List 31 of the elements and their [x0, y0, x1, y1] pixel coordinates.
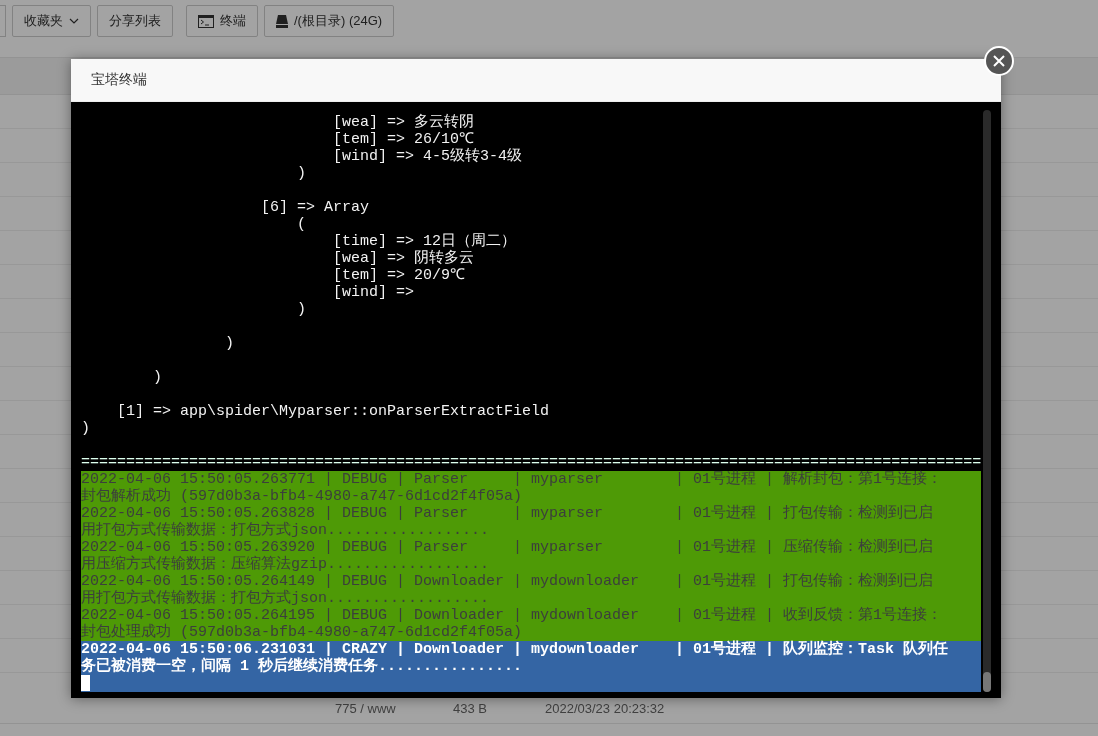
- output-line: [time] => 12日（周二）: [332, 233, 518, 250]
- scrollbar[interactable]: [983, 110, 991, 692]
- output-line: [wea] => 阴转多云: [332, 250, 476, 267]
- separator-text: ====================================================================================================: [81, 454, 981, 471]
- table-cell-text: 775 / www: [335, 700, 397, 716]
- close-button[interactable]: [984, 46, 1014, 76]
- output-line: [1] => app\spider\Myparser::onParserExtractField: [116, 403, 551, 420]
- output-line: ): [81, 420, 91, 437]
- toolbar-button[interactable]: 分享列表: [97, 5, 173, 37]
- output-line: [wind] => 4-5级转3-4级: [332, 148, 524, 165]
- table-cell: 2022/03/23 20:23:32: [545, 700, 665, 716]
- output-line: [tem] => 26/10℃: [332, 131, 476, 148]
- cursor: [81, 675, 90, 691]
- output-line: ): [152, 369, 163, 386]
- disk-icon: [276, 14, 288, 28]
- chevron-down-icon: [69, 18, 79, 24]
- output-line: ): [296, 165, 308, 182]
- close-icon: [993, 55, 1005, 67]
- output-line: ): [296, 301, 308, 318]
- output-line: [wind] =>: [332, 284, 416, 301]
- output-line: ): [224, 335, 236, 352]
- toolbar-button[interactable]: /(根目录) (24G): [264, 5, 395, 37]
- table-cell-text: 433 B: [453, 700, 488, 716]
- terminal-icon: [198, 14, 214, 28]
- output-line: (: [296, 216, 308, 233]
- toolbar-button[interactable]: 终端: [186, 5, 258, 37]
- output-line: [6] => Array: [260, 199, 371, 216]
- dialog-title: 宝塔终端: [71, 59, 1001, 102]
- output-line: [tem] => 20/9℃: [332, 267, 467, 284]
- toolbar-button[interactable]: 收藏夹: [12, 5, 91, 37]
- output-line: [wea] => 多云转阴: [332, 114, 476, 131]
